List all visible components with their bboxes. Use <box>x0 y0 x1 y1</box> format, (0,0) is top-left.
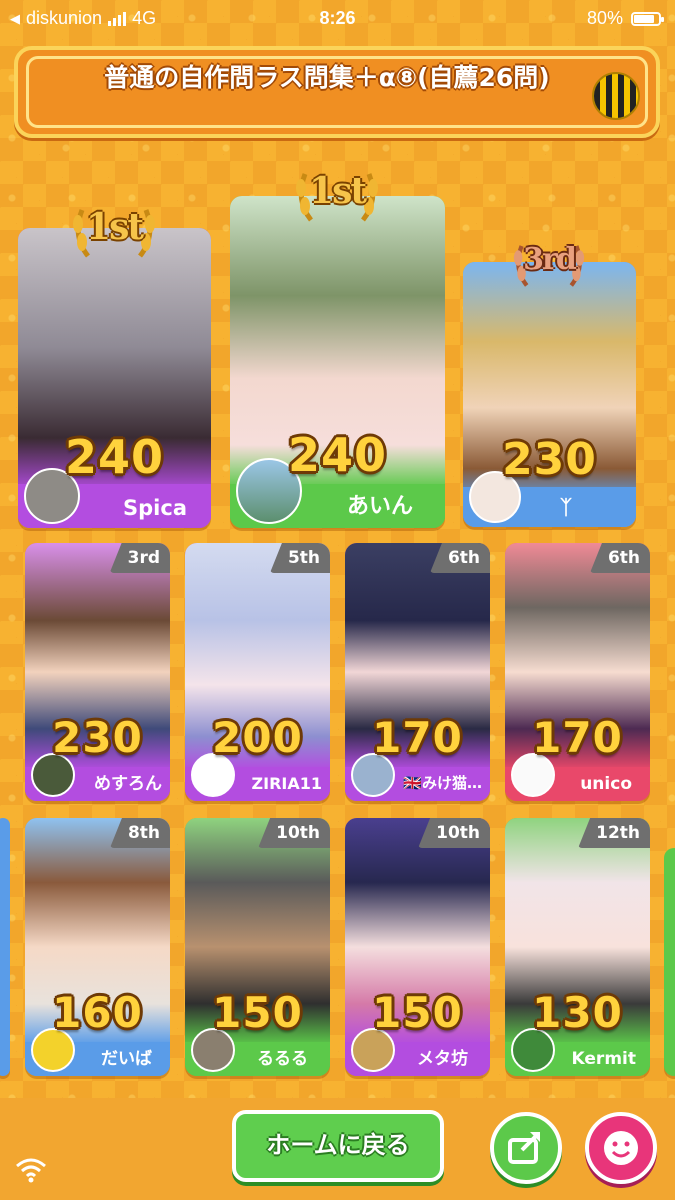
player-score: 200 <box>212 713 303 762</box>
player-name: メタ坊 <box>417 1049 468 1069</box>
status-bar: ◀ diskunion 4G 8:26 80% <box>0 0 675 38</box>
rank-label: 3rd <box>523 242 577 277</box>
player-card-mikeneko[interactable]: 6th 🇬🇧みけ猫… 170 <box>345 543 490 801</box>
player-name: ᛉ <box>560 495 572 519</box>
rank-tab: 10th <box>418 818 490 848</box>
player-name: るるる <box>257 1049 308 1069</box>
player-card-metabou[interactable]: 10th メタ坊 150 <box>345 818 490 1076</box>
player-card-spica[interactable]: Spica 240 <box>18 228 211 528</box>
quiz-title-banner: 普通の自作問ラス問集＋α⑧(自薦26問) <box>14 46 660 138</box>
player-score: 160 <box>52 988 143 1037</box>
player-score: 240 <box>287 428 388 482</box>
status-right: 80% <box>586 8 664 29</box>
wifi-icon <box>16 1158 46 1183</box>
player-name: unico <box>580 774 632 794</box>
player-card-mesuron[interactable]: 3rd めすろん 230 <box>25 543 170 801</box>
share-icon <box>508 1132 540 1164</box>
player-card-rurururu[interactable]: 10th るるる 150 <box>185 818 330 1076</box>
player-score: 230 <box>502 434 597 485</box>
player-score: 170 <box>532 713 623 762</box>
player-name: Spica <box>123 496 187 520</box>
share-button[interactable] <box>490 1112 562 1184</box>
player-card-kermit[interactable]: 12th Kermit 130 <box>505 818 650 1076</box>
player-card-edge-left <box>0 818 10 1076</box>
player-card-ziria11[interactable]: 5th ZIRIA11 200 <box>185 543 330 801</box>
battery-icon <box>631 11 664 26</box>
player-score: 240 <box>64 430 165 484</box>
player-card-algiz[interactable]: ᛉ 230 <box>463 262 636 527</box>
player-name: ZIRIA11 <box>251 774 322 793</box>
player-name: 🇬🇧みけ猫… <box>403 774 482 792</box>
player-name: めすろん <box>94 774 162 794</box>
rank-laurel-badge: 3rd <box>509 234 589 294</box>
home-button[interactable]: ホームに戻る <box>232 1110 444 1182</box>
player-card-daiba[interactable]: 8th だいば 160 <box>25 818 170 1076</box>
quiz-title: 普通の自作問ラス問集＋α⑧(自薦26問) <box>104 63 550 92</box>
stamp-button[interactable] <box>585 1112 657 1184</box>
player-name: だいば <box>101 1049 152 1069</box>
smiley-face-icon <box>604 1131 638 1165</box>
rank-laurel-badge: 1st <box>291 160 383 230</box>
rank-tab: 10th <box>258 818 330 848</box>
player-name: Kermit <box>571 1049 636 1069</box>
tiger-stripe-icon <box>592 72 640 120</box>
player-name: あいん <box>346 494 413 519</box>
player-score: 230 <box>52 713 143 762</box>
clock: 8:26 <box>319 8 356 28</box>
player-score: 150 <box>372 988 463 1037</box>
player-score: 150 <box>212 988 303 1037</box>
player-card-unico[interactable]: 6th unico 170 <box>505 543 650 801</box>
rank-tab: 12th <box>578 818 650 848</box>
player-score: 130 <box>532 988 623 1037</box>
rank-laurel-badge: 1st <box>68 196 160 266</box>
rank-label: 1st <box>309 170 367 212</box>
battery-percent: 80% <box>586 8 623 28</box>
player-score: 170 <box>372 713 463 762</box>
rank-label: 1st <box>86 206 144 248</box>
player-card-ain[interactable]: あいん 240 <box>230 196 445 528</box>
player-card-edge-right <box>664 848 675 1076</box>
